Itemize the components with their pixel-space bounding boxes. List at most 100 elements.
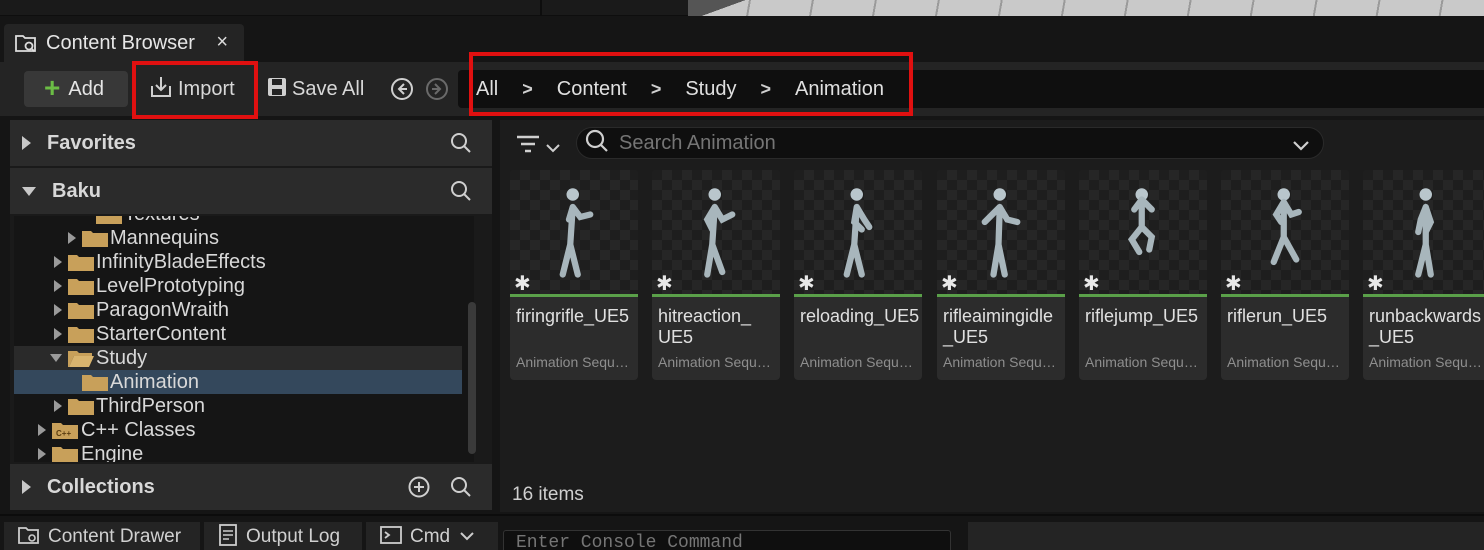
add-collection-icon[interactable]: [408, 476, 430, 503]
expand-caret-icon[interactable]: [38, 424, 46, 436]
search-input[interactable]: [619, 131, 1259, 155]
expand-caret-icon[interactable]: [54, 400, 62, 412]
item-count: 16 items: [512, 484, 584, 505]
unsaved-asterisk-icon: ✱: [798, 273, 815, 295]
asset-name: firingrifle_UE5: [516, 306, 630, 326]
back-arrow-icon[interactable]: [390, 77, 414, 106]
viewport-toolbar-remnant: [0, 0, 688, 16]
unsaved-asterisk-icon: ✱: [656, 273, 673, 295]
asset-name: riflerun_UE5: [1227, 306, 1328, 326]
sources-panel: Favorites Baku Textures Mannequins Infin…: [10, 120, 492, 510]
save-all-button[interactable]: Save All: [266, 73, 364, 105]
cpp-folder-icon: C++: [52, 423, 78, 439]
asset-name: riflejump_UE5: [1085, 306, 1199, 326]
mannequin-figure-icon: [1415, 188, 1435, 278]
folder-icon: [68, 399, 94, 415]
expand-caret-icon[interactable]: [54, 328, 62, 340]
tree-item-cpp-classes[interactable]: C++ C++ Classes: [14, 418, 462, 442]
asset-name: runbackwards _UE5: [1369, 306, 1482, 347]
tree-item-label: Animation: [110, 370, 199, 393]
tree-item-thirdperson[interactable]: ThirdPerson: [14, 394, 462, 418]
expand-caret-icon[interactable]: [54, 256, 62, 268]
favorites-header[interactable]: Favorites: [10, 120, 492, 166]
expand-caret-icon[interactable]: [38, 448, 46, 460]
console-input[interactable]: [504, 533, 944, 550]
asset-tile[interactable]: ✱ riflerun_UE5 Animation Sequence: [1221, 170, 1349, 380]
add-button[interactable]: + Add: [24, 71, 128, 107]
breadcrumb-all[interactable]: All: [476, 78, 498, 101]
breadcrumb: All > Content > Study > Animation: [458, 70, 1484, 108]
expand-caret-icon[interactable]: [68, 232, 76, 244]
asset-tile[interactable]: ✱ firingrifle_UE5 Animation Sequence: [510, 170, 638, 380]
chevron-down-icon[interactable]: [1293, 138, 1309, 156]
breadcrumb-content[interactable]: Content: [557, 78, 627, 101]
tree-scrollbar[interactable]: [468, 302, 476, 454]
tab-content-browser[interactable]: Content Browser ×: [4, 24, 244, 62]
asset-type: Animation Sequence: [516, 354, 636, 370]
folder-icon: [68, 303, 94, 319]
content-drawer-icon: [18, 525, 40, 550]
tree-item-study[interactable]: Study: [14, 346, 462, 370]
asset-type-color-bar: [652, 294, 780, 297]
tree-item-label: ThirdPerson: [96, 394, 205, 417]
unsaved-asterisk-icon: ✱: [1367, 273, 1384, 295]
tree-item-textures[interactable]: Textures: [14, 216, 462, 226]
chevron-down-icon[interactable]: [546, 140, 560, 158]
forward-arrow-icon[interactable]: [425, 77, 449, 106]
asset-tile[interactable]: ✱ runbackwards_UE5 Animation Sequence: [1363, 170, 1484, 380]
asset-type-color-bar: [1363, 294, 1484, 297]
tree-item-label: Mannequins: [110, 226, 219, 249]
search-field[interactable]: [576, 127, 1324, 159]
collections-header[interactable]: Collections: [10, 464, 492, 510]
collapse-caret-icon[interactable]: [50, 354, 62, 362]
tree-item-startercontent[interactable]: StarterContent: [14, 322, 462, 346]
asset-type-color-bar: [1079, 294, 1207, 297]
folder-icon: [52, 447, 78, 462]
project-header[interactable]: Baku: [10, 168, 492, 214]
tree-item-label: Study: [96, 346, 148, 369]
tree-item-label: C++ Classes: [81, 418, 196, 441]
tree-item-levelprototyping[interactable]: LevelPrototyping: [14, 274, 462, 298]
folder-icon: [68, 327, 94, 343]
tree-item-paragonwraith[interactable]: ParagonWraith: [14, 298, 462, 322]
filter-icon[interactable]: [516, 134, 540, 159]
asset-type: Animation Sequence: [658, 354, 778, 370]
folder-open-icon: [68, 351, 94, 367]
cmd-dropdown[interactable]: Cmd: [366, 522, 498, 550]
tree-item-label: ParagonWraith: [96, 298, 230, 321]
output-log-button[interactable]: Output Log: [204, 522, 362, 550]
folder-icon: [68, 255, 94, 271]
asset-tile[interactable]: ✱ riflejump_UE5 Animation Sequence: [1079, 170, 1207, 380]
output-log-icon: [218, 523, 238, 550]
folder-icon: [96, 216, 122, 224]
content-drawer-button[interactable]: Content Drawer: [4, 522, 200, 550]
close-icon[interactable]: ×: [216, 31, 228, 54]
expand-caret-icon[interactable]: [54, 304, 62, 316]
breadcrumb-separator[interactable]: >: [760, 79, 771, 100]
asset-tile[interactable]: ✱ rifleaimingidle _UE5 Animation Sequence: [937, 170, 1065, 380]
breadcrumb-separator[interactable]: >: [522, 79, 533, 100]
tree-item-animation[interactable]: Animation: [14, 370, 462, 394]
console-field[interactable]: [503, 530, 951, 550]
search-icon[interactable]: [450, 476, 472, 503]
asset-type: Animation Sequence: [943, 354, 1063, 370]
asset-tile[interactable]: ✱ hitreaction_ UE5 Animation Sequence: [652, 170, 780, 380]
tree-item-label: Textures: [124, 216, 200, 226]
search-icon[interactable]: [450, 180, 472, 207]
asset-tile[interactable]: ✱ reloading_UE5 Animation Sequence: [794, 170, 922, 380]
import-button[interactable]: Import: [148, 73, 235, 105]
mannequin-figure-icon: [981, 188, 1021, 278]
tree-item-infinitybladeeffects[interactable]: InfinityBladeEffects: [14, 250, 462, 274]
breadcrumb-study[interactable]: Study: [685, 78, 736, 101]
search-icon[interactable]: [450, 132, 472, 159]
tree-item-mannequins[interactable]: Mannequins: [14, 226, 462, 250]
breadcrumb-separator[interactable]: >: [651, 79, 662, 100]
collapse-caret-icon[interactable]: [22, 480, 31, 494]
expand-caret-icon[interactable]: [54, 280, 62, 292]
mannequin-figure-icon: [703, 188, 736, 278]
collapse-caret-icon[interactable]: [22, 136, 31, 150]
tree-item-engine[interactable]: Engine: [14, 442, 462, 462]
folder-tree: Textures Mannequins InfinityBladeEffects…: [14, 216, 474, 462]
breadcrumb-animation[interactable]: Animation: [795, 78, 884, 101]
expand-caret-icon[interactable]: [22, 186, 36, 196]
